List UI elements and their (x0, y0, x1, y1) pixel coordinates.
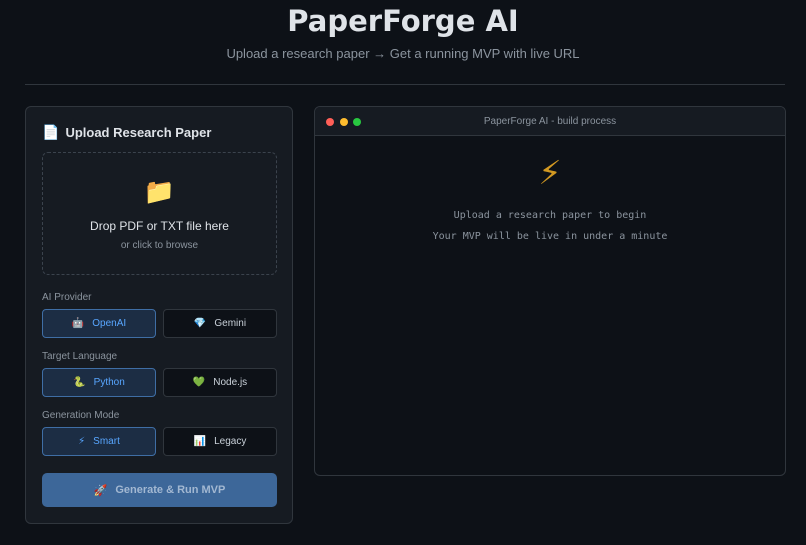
terminal-title-bar: PaperForge AI - build process (315, 107, 785, 136)
ai-provider-label: AI Provider (42, 292, 92, 303)
gem-icon: 💎 (193, 318, 207, 329)
language-option-label: Node.js (213, 377, 248, 388)
robot-icon: 🤖 (71, 318, 85, 329)
dropzone-browse-text[interactable]: or click to browse (43, 240, 276, 251)
dropzone-primary-text: Drop PDF or TXT file here (90, 219, 229, 233)
folder-icon: 📁 (143, 178, 176, 206)
mode-option-label: Legacy (214, 436, 247, 447)
provider-option-gemini[interactable]: 💎 Gemini (163, 309, 277, 338)
file-dropzone[interactable]: 📁 Drop PDF or TXT file here or click to … (42, 152, 277, 275)
upload-panel-title-text: Upload Research Paper (65, 125, 212, 140)
language-option-python[interactable]: 🐍 Python (42, 368, 156, 397)
mode-option-label: Smart (93, 436, 120, 447)
header-divider (25, 84, 785, 85)
app-title: PaperForge AI (287, 4, 519, 38)
generate-run-button[interactable]: 🚀 Generate & Run MVP (42, 473, 277, 507)
upload-panel-title: 📄 Upload Research Paper (42, 124, 211, 141)
terminal-line: Upload a research paper to begin (453, 210, 647, 221)
target-language-label: Target Language (42, 351, 118, 362)
bar-chart-icon: 📊 (193, 436, 207, 447)
lightning-icon: ⚡ (538, 154, 562, 191)
green-heart-icon: 💚 (192, 377, 206, 388)
language-option-nodejs[interactable]: 💚 Node.js (163, 368, 277, 397)
mode-option-legacy[interactable]: 📊 Legacy (163, 427, 277, 456)
mode-option-smart[interactable]: ⚡ Smart (42, 427, 156, 456)
rocket-icon: 🚀 (93, 484, 108, 497)
app-subtitle: Upload a research paper → Get a running … (226, 46, 580, 61)
provider-option-label: OpenAI (92, 318, 127, 329)
document-icon: 📄 (42, 124, 60, 140)
lightning-icon: ⚡ (78, 436, 86, 447)
upload-panel: 📄 Upload Research Paper 📁 Drop PDF or TX… (25, 106, 293, 524)
generation-mode-label: Generation Mode (42, 410, 120, 421)
terminal-title: PaperForge AI - build process (483, 116, 617, 127)
terminal-line: Your MVP will be live in under a minute (432, 231, 668, 242)
generate-run-label: Generate & Run MVP (115, 484, 226, 496)
language-option-label: Python (93, 377, 125, 388)
snake-icon: 🐍 (73, 377, 86, 388)
build-terminal: PaperForge AI - build process ⚡ Upload a… (314, 106, 786, 476)
provider-option-openai[interactable]: 🤖 OpenAI (42, 309, 156, 338)
provider-option-label: Gemini (214, 318, 247, 329)
